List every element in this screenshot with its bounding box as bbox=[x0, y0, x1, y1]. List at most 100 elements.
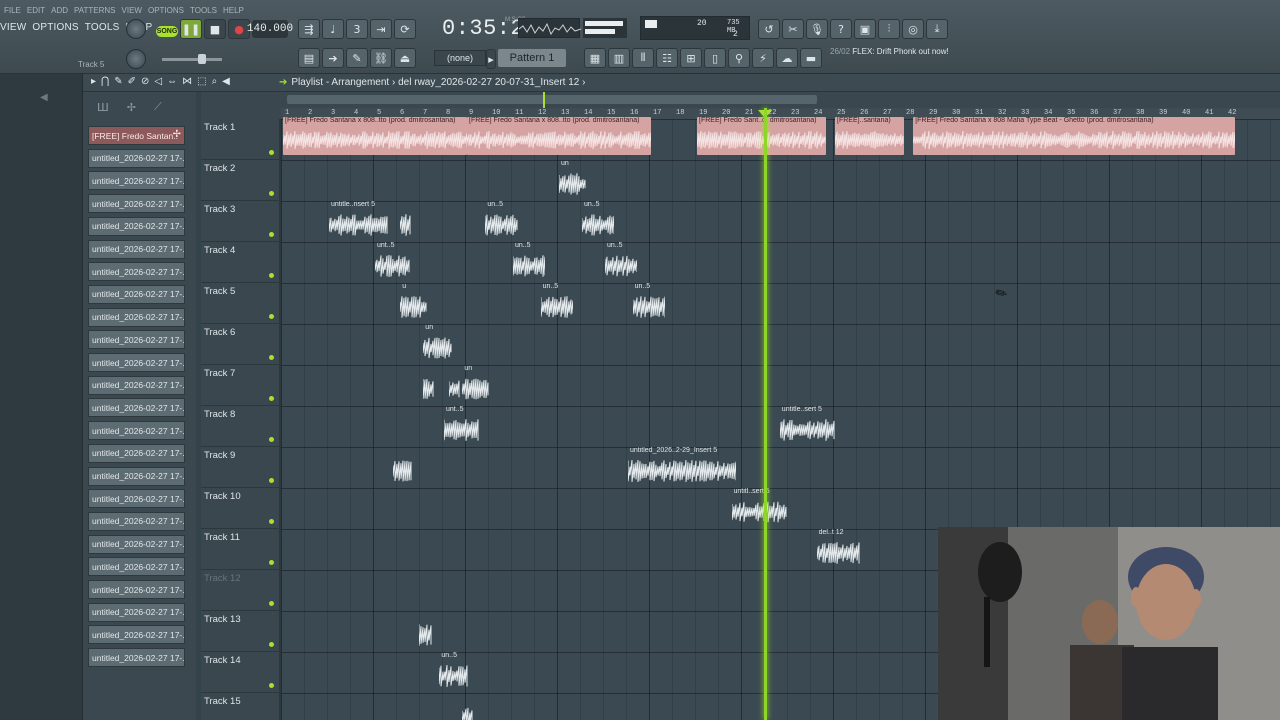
audio-clip[interactable]: un..5 bbox=[632, 283, 665, 322]
track-mute-led[interactable] bbox=[269, 273, 274, 278]
stamp-icon[interactable]: ⏏ bbox=[394, 48, 416, 68]
track-header[interactable]: Track 6 bbox=[201, 324, 281, 365]
pattern-item[interactable]: untitled_2026-02-27 17-.. bbox=[88, 353, 185, 372]
audio-clip[interactable] bbox=[462, 693, 474, 720]
pattern-item[interactable]: untitled_2026-02-27 17-.. bbox=[88, 489, 185, 509]
select-tool-icon[interactable]: ⬚ bbox=[197, 76, 206, 87]
mute-tool-icon[interactable]: ◁ bbox=[154, 76, 162, 87]
master-volume-slider[interactable] bbox=[162, 54, 222, 64]
download-icon[interactable]: ⤓ bbox=[926, 19, 948, 39]
audio-clip[interactable]: unt..5 bbox=[375, 242, 410, 281]
pattern-item[interactable]: untitled_2026-02-27 17-.. bbox=[88, 148, 185, 168]
track-mute-led[interactable] bbox=[269, 150, 274, 155]
audio-clip[interactable]: un bbox=[559, 160, 587, 199]
audio-clip[interactable]: untitle..sert 5 bbox=[779, 406, 835, 445]
track-header[interactable]: Track 1 bbox=[201, 119, 281, 160]
audio-clip[interactable]: untitled_2026..2-29_Insert 5 bbox=[628, 447, 737, 486]
pattern-item[interactable]: untitled_2026-02-27 17-.. bbox=[88, 580, 185, 599]
audio-clip[interactable]: un..5 bbox=[439, 652, 469, 691]
link-icon[interactable]: ⛓ bbox=[370, 48, 392, 68]
playlist-view-icon[interactable]: ▤ bbox=[298, 48, 320, 68]
scroll-thumb[interactable] bbox=[287, 95, 817, 104]
channel-rack-icon[interactable]: ▦ bbox=[584, 48, 606, 68]
track-header[interactable]: Track 4 bbox=[201, 242, 281, 283]
eq-icon[interactable]: ☷ bbox=[656, 48, 678, 68]
pattern-none-select[interactable]: (none) bbox=[434, 50, 486, 66]
track-mute-led[interactable] bbox=[269, 191, 274, 196]
plugin-icon[interactable]: ⚲ bbox=[728, 48, 750, 68]
track-header[interactable]: Track 2 bbox=[201, 160, 281, 201]
play-button[interactable]: ❚❚ bbox=[180, 19, 202, 39]
master-volume-knob[interactable] bbox=[126, 19, 146, 39]
mixer-icon[interactable]: ⫶ bbox=[878, 19, 900, 39]
pattern-prev-icon[interactable]: ▸ bbox=[486, 49, 496, 69]
picker-audio-icon[interactable]: ✢ bbox=[127, 101, 136, 114]
add-pattern-icon[interactable]: ✢ bbox=[173, 129, 181, 140]
cut-icon[interactable]: ✂ bbox=[782, 19, 804, 39]
track-mute-led[interactable] bbox=[269, 396, 274, 401]
audio-clip[interactable]: untitle..nsert 5 bbox=[329, 201, 389, 240]
audio-clip[interactable]: [FREE] Fredo Sant..d. dmitrosantana) bbox=[697, 117, 826, 155]
chat-icon[interactable]: ◎ bbox=[902, 19, 924, 39]
track-header[interactable]: Track 12 bbox=[201, 570, 281, 611]
track-mute-led[interactable] bbox=[269, 232, 274, 237]
undo-icon[interactable]: ↺ bbox=[758, 19, 780, 39]
audio-clip[interactable]: [FREE] Fredo Santana x 808..tto (prod. d… bbox=[467, 117, 651, 155]
pattern-item[interactable]: untitled_2026-02-27 17-.. bbox=[88, 330, 185, 350]
pattern-item[interactable]: untitled_2026-02-27 17-.. bbox=[88, 194, 185, 214]
tree-icon[interactable]: ⊞ bbox=[680, 48, 702, 68]
pattern-item[interactable]: untitled_2026-02-27 17-.. bbox=[88, 171, 185, 191]
slider-thumb[interactable] bbox=[198, 54, 206, 64]
audio-clip[interactable] bbox=[418, 611, 433, 650]
audio-clip[interactable]: un..5 bbox=[485, 201, 518, 240]
track-mute-led[interactable] bbox=[269, 560, 274, 565]
playback-tool-icon[interactable]: ◀ bbox=[222, 76, 230, 87]
brush-icon[interactable]: ✎ bbox=[346, 48, 368, 68]
track-mute-led[interactable] bbox=[269, 314, 274, 319]
track-mute-led[interactable] bbox=[269, 478, 274, 483]
pattern-selector[interactable]: Pattern 1 bbox=[498, 49, 566, 67]
pattern-item[interactable]: untitled_2026-02-27 17-.. bbox=[88, 421, 185, 441]
pattern-item[interactable]: untitled_2026-02-27 17-.. bbox=[88, 307, 185, 327]
track-header[interactable]: Track 8 bbox=[201, 406, 281, 447]
cloud-icon[interactable]: ☁ bbox=[776, 48, 798, 68]
track-header[interactable]: Track 11 bbox=[201, 529, 281, 570]
pattern-item[interactable]: untitled_2026-02-27 17-.. bbox=[88, 511, 185, 531]
snap-icon[interactable]: ⇶ bbox=[298, 19, 320, 39]
track-header[interactable]: Track 9 bbox=[201, 447, 281, 488]
track-header[interactable]: Track 14 bbox=[201, 652, 281, 693]
news-icon[interactable]: ▬ bbox=[800, 48, 822, 68]
arrow-right-icon[interactable]: ➔ bbox=[322, 48, 344, 68]
track-header[interactable]: Track 3 bbox=[201, 201, 281, 242]
loop-record-icon[interactable]: ⟳ bbox=[394, 19, 416, 39]
menu-view[interactable]: VIEW bbox=[0, 22, 26, 38]
audio-clip[interactable]: u bbox=[400, 283, 428, 322]
paint-tool-icon[interactable]: ✐ bbox=[128, 76, 136, 87]
pattern-item[interactable]: untitled_2026-02-27 17-.. bbox=[88, 375, 185, 395]
audio-clip[interactable]: un bbox=[462, 365, 490, 404]
pattern-item[interactable]: untitled_2026-02-27 17-.. bbox=[88, 262, 185, 282]
track-header[interactable]: Track 5 bbox=[201, 283, 281, 324]
playhead[interactable] bbox=[764, 108, 767, 720]
audio-clip[interactable]: un..5 bbox=[513, 242, 546, 281]
stop-button[interactable]: ■ bbox=[204, 19, 226, 39]
magnet-icon[interactable]: ⋂ bbox=[101, 76, 109, 87]
save-icon[interactable]: ▣ bbox=[854, 19, 876, 39]
pattern-item[interactable]: untitled_2026-02-27 17-.. bbox=[88, 557, 185, 577]
track-mute-led[interactable] bbox=[269, 601, 274, 606]
audio-clip[interactable]: [FREE]..santana) bbox=[835, 117, 904, 155]
draw-tool-icon[interactable]: ✎ bbox=[114, 76, 122, 87]
horizontal-scrollbar[interactable] bbox=[281, 92, 1280, 108]
audio-clip[interactable]: un..5 bbox=[540, 283, 573, 322]
audio-clip[interactable] bbox=[423, 365, 435, 404]
track-header[interactable]: Track 13 bbox=[201, 611, 281, 652]
pattern-item[interactable]: [FREE] Fredo Santan.. ✢ bbox=[88, 126, 185, 145]
news-hint[interactable]: 26/02 FLEX: Drift Phonk out now! bbox=[830, 47, 950, 57]
audio-clip[interactable]: [FREE] Fredo Santana x 808 Mafia Type Be… bbox=[913, 117, 1236, 155]
pattern-item[interactable]: untitled_2026-02-27 17-.. bbox=[88, 398, 185, 418]
track-mute-led[interactable] bbox=[269, 355, 274, 360]
audio-clip[interactable] bbox=[393, 447, 412, 486]
mic-icon[interactable]: 🎙 bbox=[806, 19, 828, 39]
pattern-item[interactable]: untitled_2026-02-27 17-.. bbox=[88, 534, 185, 554]
tempo-display[interactable]: 140.000 bbox=[247, 20, 293, 38]
